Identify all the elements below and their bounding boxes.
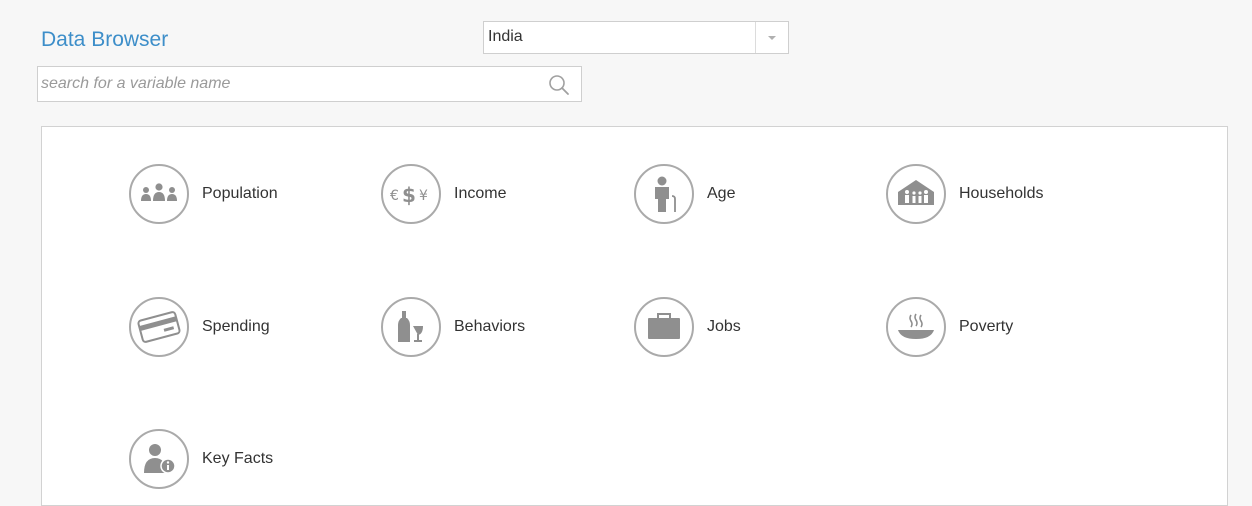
- category-households[interactable]: Households: [886, 164, 1044, 224]
- category-label: Poverty: [959, 318, 1014, 335]
- category-behaviors[interactable]: Behaviors: [381, 297, 525, 357]
- person-cane-icon: [634, 164, 694, 224]
- category-label: Age: [707, 185, 736, 202]
- population-icon: [129, 164, 189, 224]
- person-info-icon: [129, 429, 189, 489]
- category-key-facts[interactable]: Key Facts: [129, 429, 273, 489]
- bottle-glass-icon: [381, 297, 441, 357]
- search-box: [37, 66, 582, 102]
- category-age[interactable]: Age: [634, 164, 735, 224]
- category-label: Key Facts: [202, 450, 274, 467]
- dropdown-arrow-icon[interactable]: [755, 22, 788, 53]
- credit-card-icon: [129, 297, 189, 357]
- category-panel: Population € $ ¥ Income Age Households S…: [41, 126, 1228, 506]
- page-title: Data Browser: [41, 28, 169, 51]
- currency-icon: € $ ¥: [381, 164, 441, 224]
- search-input[interactable]: [41, 71, 531, 97]
- household-icon: [886, 164, 946, 224]
- category-label: Households: [959, 185, 1044, 202]
- svg-text:$: $: [402, 183, 416, 207]
- search-icon[interactable]: [547, 73, 571, 97]
- category-poverty[interactable]: Poverty: [886, 297, 1013, 357]
- empty-bowl-icon: [886, 297, 946, 357]
- category-label: Population: [202, 185, 278, 202]
- category-label: Jobs: [707, 318, 741, 335]
- svg-text:¥: ¥: [419, 188, 428, 204]
- category-jobs[interactable]: Jobs: [634, 297, 741, 357]
- category-label: Income: [454, 185, 507, 202]
- briefcase-icon: [634, 297, 694, 357]
- country-select-value: India: [488, 28, 523, 45]
- category-label: Spending: [202, 318, 270, 335]
- category-income[interactable]: € $ ¥ Income: [381, 164, 506, 224]
- category-label: Behaviors: [454, 318, 526, 335]
- category-population[interactable]: Population: [129, 164, 278, 224]
- country-select[interactable]: India: [483, 21, 789, 54]
- category-spending[interactable]: Spending: [129, 297, 270, 357]
- svg-text:€: €: [390, 188, 399, 204]
